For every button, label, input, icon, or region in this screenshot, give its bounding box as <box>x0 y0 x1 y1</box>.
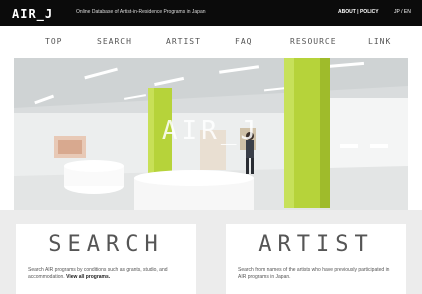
about-link[interactable]: ABOUT <box>338 9 356 15</box>
feature-panels: SEARCH Search AIR programs by conditions… <box>0 210 422 294</box>
artist-card[interactable]: ARTIST Search from names of the artists … <box>226 224 406 294</box>
main-nav: TOP SEARCH ARTIST FAQ RESOURCE LINK <box>0 26 422 58</box>
language-switch[interactable]: JP / EN <box>394 9 411 15</box>
site-tagline: Online Database of Artist-in-Residence P… <box>76 9 206 15</box>
artist-card-description: Search from names of the artists who hav… <box>238 267 390 280</box>
nav-item-faq[interactable]: FAQ <box>235 37 252 46</box>
nav-item-link[interactable]: LINK <box>368 37 391 46</box>
top-bar: AIR_J Online Database of Artist-in-Resid… <box>0 0 422 26</box>
hero-gallery-photo: AIR_J <box>14 58 408 210</box>
hero-title: AIR_J <box>161 116 261 146</box>
top-links: ABOUT | POLICY <box>338 9 379 15</box>
search-card-title: SEARCH <box>48 232 164 257</box>
site-logo[interactable]: AIR_J <box>12 7 53 21</box>
view-all-programs-link[interactable]: View all programs. <box>66 274 110 280</box>
nav-item-search[interactable]: SEARCH <box>97 37 132 46</box>
policy-link[interactable]: POLICY <box>360 9 379 15</box>
search-card[interactable]: SEARCH Search AIR programs by conditions… <box>16 224 196 294</box>
nav-item-resource[interactable]: RESOURCE <box>290 37 337 46</box>
nav-item-top[interactable]: TOP <box>45 37 62 46</box>
search-card-description: Search AIR programs by conditions such a… <box>28 267 188 281</box>
nav-item-artist[interactable]: ARTIST <box>166 37 201 46</box>
artist-card-title: ARTIST <box>258 232 374 257</box>
link-separator: | <box>357 9 359 15</box>
